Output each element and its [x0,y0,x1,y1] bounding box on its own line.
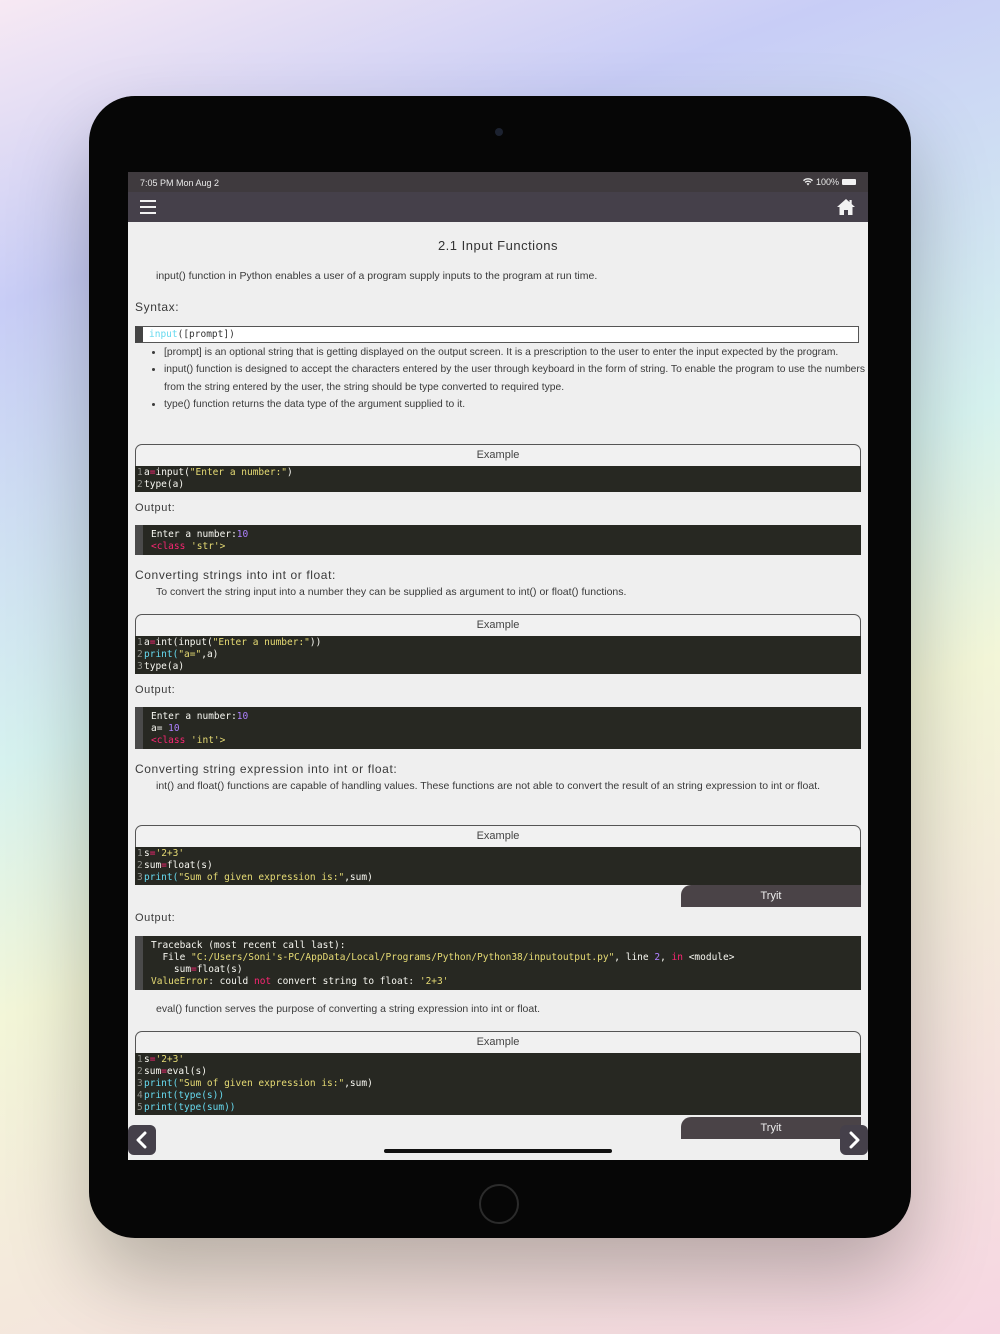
home-hardware-button[interactable] [479,1184,519,1224]
home-icon[interactable] [836,198,856,216]
output-label: Output: [135,684,176,696]
next-page-button[interactable] [840,1125,868,1155]
output-block-3: Traceback (most recent call last): File … [135,936,861,990]
status-time: 7:05 PM Mon Aug 2 [140,178,220,188]
syntax-function: input [149,329,178,340]
list-item: input() function is designed to accept t… [164,361,868,396]
example-header: Example [135,825,861,847]
lesson-content: 2.1 Input Functions input() function in … [128,222,868,1160]
expression-paragraph: int() and float() functions are capable … [156,780,821,792]
battery-icon [842,179,856,185]
output-block-2: Enter a number:10 a= 10 <class 'int'> [135,707,861,749]
syntax-code: input([prompt]) [135,326,859,343]
chevron-right-icon [849,1131,860,1149]
syntax-args: ([prompt]) [177,329,235,340]
hamburger-menu-icon[interactable] [140,200,156,214]
page-title: 2.1 Input Functions [437,238,559,253]
eval-paragraph: eval() function serves the purpose of co… [156,1003,541,1015]
convert-heading: Converting strings into int or float: [135,568,336,582]
intro-paragraph: input() function in Python enables a use… [156,270,598,282]
output-label: Output: [135,912,176,924]
list-item: [prompt] is an optional string that is g… [164,344,868,361]
syntax-heading: Syntax: [135,300,180,314]
output-label: Output: [135,502,176,514]
code-example-3: 1s='2+3' 2sum=float(s) 3print("Sum of gi… [135,847,861,885]
previous-page-button[interactable] [128,1125,156,1155]
convert-paragraph: To convert the string input into a numbe… [156,586,627,598]
wifi-icon [802,178,813,186]
list-item: type() function returns the data type of… [164,396,868,413]
code-example-1: 1a=input("Enter a number:") 2type(a) [135,466,861,492]
code-example-2: 1a=int(input("Enter a number:")) 2print(… [135,636,861,674]
app-toolbar [128,192,868,222]
chevron-left-icon [136,1131,147,1149]
home-indicator[interactable] [384,1149,612,1153]
output-block-1: Enter a number:10 <class 'str'> [135,525,861,555]
camera-dot [495,128,503,136]
tryit-button[interactable]: Tryit [681,885,861,907]
tryit-button[interactable]: Tryit [681,1117,861,1139]
code-example-4: 1s='2+3' 2sum=eval(s) 3print("Sum of giv… [135,1053,861,1115]
status-indicators: 100% [802,177,856,187]
example-header: Example [135,614,861,636]
battery-percent: 100% [815,177,839,187]
syntax-notes-list: [prompt] is an optional string that is g… [148,344,868,413]
expression-heading: Converting string expression into int or… [135,762,398,776]
status-bar: 7:05 PM Mon Aug 2 100% [128,172,868,192]
example-header: Example [135,444,861,466]
app-screen: 7:05 PM Mon Aug 2 100% 2.1 Input Functio… [128,172,868,1160]
example-header: Example [135,1031,861,1053]
